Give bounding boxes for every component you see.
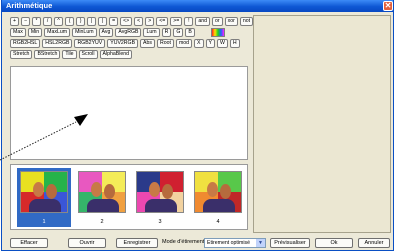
- function-row-3: RGB2HSL HSL2RGB RGB2YUV YUV2RGB Abs Root mod X Y…: [10, 39, 240, 48]
- function-button[interactable]: R: [161, 28, 172, 37]
- function-row-2: Max Min MaxLum MinLum Avg AvgRGB Lum R G B: [10, 28, 225, 37]
- operator-button[interactable]: (: [65, 17, 75, 26]
- thumbnail-item[interactable]: 3: [133, 168, 187, 227]
- thumbnail-image: [136, 171, 184, 213]
- thumbnail-figure: [33, 182, 44, 197]
- thumbnail-label: 3: [158, 219, 162, 225]
- color-picker-button[interactable]: [210, 28, 225, 37]
- operator-button[interactable]: ^: [54, 17, 64, 26]
- blend-mode-button[interactable]: Scroll: [78, 50, 98, 59]
- conversion-button[interactable]: HSL2RGB: [42, 39, 73, 48]
- thumbnail-label: 2: [100, 219, 104, 225]
- thumbnail-figure: [149, 182, 160, 197]
- function-button[interactable]: MaxLum: [44, 28, 71, 37]
- function-button[interactable]: Lum: [143, 28, 160, 37]
- previsualiser-button[interactable]: Prévisualiser: [270, 238, 310, 248]
- conversion-button[interactable]: H: [229, 39, 240, 48]
- ok-button[interactable]: Ok: [315, 238, 353, 248]
- enregistrer-button[interactable]: Enregistrer: [116, 238, 158, 248]
- operator-button[interactable]: <>: [120, 17, 133, 26]
- operator-button[interactable]: <: [134, 17, 144, 26]
- operator-button[interactable]: ): [76, 17, 86, 26]
- operator-button[interactable]: >=: [170, 17, 183, 26]
- thumbnail-figure: [104, 184, 115, 199]
- conversion-button[interactable]: YUV2RGB: [107, 39, 139, 48]
- blend-row-4: Stretch BStretch Tile Scroll AlphaBlend: [10, 50, 133, 59]
- thumbnail-figure: [207, 182, 218, 197]
- chevron-down-icon[interactable]: ▼: [256, 239, 265, 247]
- thumbnail-figure: [203, 199, 235, 212]
- thumbnail-figure: [145, 199, 177, 212]
- thumbnail-label: 1: [42, 219, 46, 225]
- thumbnail-figure: [46, 184, 57, 199]
- thumbnail-item[interactable]: 2: [75, 168, 129, 227]
- thumbnail-image: [194, 171, 242, 213]
- thumbnail-strip: 1 2 3 4: [10, 164, 248, 230]
- thumbnail-image: [78, 171, 126, 213]
- conversion-button[interactable]: mod: [175, 39, 193, 48]
- operator-button[interactable]: |: [98, 17, 108, 26]
- operator-button[interactable]: xor: [224, 17, 238, 26]
- blend-mode-button[interactable]: Stretch: [10, 50, 33, 59]
- blend-mode-button[interactable]: BStretch: [34, 50, 61, 59]
- operator-button[interactable]: =: [109, 17, 119, 26]
- thumbnail-item[interactable]: 4: [191, 168, 245, 227]
- thumbnail-figure: [87, 199, 119, 212]
- function-button[interactable]: B: [185, 28, 195, 37]
- operator-row-1: + − * / ^() | | = <> < > <= >=! and or xor not: [10, 17, 254, 26]
- thumbnail-label: 4: [216, 219, 220, 225]
- window-title: Arithmétique: [6, 1, 53, 10]
- operator-button[interactable]: not: [239, 17, 254, 26]
- function-button[interactable]: AvgRGB: [115, 28, 142, 37]
- operator-button[interactable]: /: [43, 17, 53, 26]
- conversion-button[interactable]: X: [194, 39, 204, 48]
- effacer-button[interactable]: Effacer: [10, 238, 48, 248]
- conversion-button[interactable]: RGB2YUV: [74, 39, 106, 48]
- annuler-button[interactable]: Annuler: [358, 238, 390, 248]
- footer-bar: Effacer Ouvrir Enregistrer Mode d'étirem…: [10, 238, 393, 249]
- operator-button[interactable]: !: [184, 17, 194, 26]
- function-button[interactable]: Max: [10, 28, 26, 37]
- thumbnail-image: [20, 171, 68, 213]
- ouvrir-button[interactable]: Ouvrir: [68, 238, 106, 248]
- operator-button[interactable]: or: [212, 17, 223, 26]
- thumbnail-figure: [162, 184, 173, 199]
- mode-label: Mode d'étirement: [162, 239, 205, 245]
- thumbnail-item[interactable]: 1: [17, 168, 71, 227]
- operator-button[interactable]: <=: [156, 17, 169, 26]
- function-button[interactable]: Min: [27, 28, 43, 37]
- operator-button[interactable]: −: [21, 17, 31, 26]
- blend-mode-button[interactable]: Tile: [62, 50, 77, 59]
- operator-button[interactable]: *: [32, 17, 42, 26]
- conversion-button[interactable]: Y: [205, 39, 215, 48]
- operator-button[interactable]: +: [10, 17, 20, 26]
- arithmetique-dialog: Arithmétique ✕ + − * / ^() | | = <> < > <= >=! and or x…: [1, 0, 394, 251]
- operator-button[interactable]: |: [87, 17, 97, 26]
- close-button[interactable]: ✕: [383, 1, 393, 11]
- operator-button[interactable]: and: [195, 17, 210, 26]
- thumbnail-figure: [220, 184, 231, 199]
- mode-select[interactable]: Etirement optimisé ▼: [204, 238, 266, 248]
- function-button[interactable]: G: [173, 28, 184, 37]
- function-button[interactable]: Avg: [98, 28, 114, 37]
- conversion-button[interactable]: W: [216, 39, 228, 48]
- conversion-button[interactable]: Abs: [140, 39, 155, 48]
- operator-button[interactable]: >: [145, 17, 155, 26]
- thumbnail-figure: [29, 199, 61, 212]
- conversion-button[interactable]: RGB2HSL: [10, 39, 41, 48]
- conversion-button[interactable]: Root: [156, 39, 174, 48]
- formula-preview-area[interactable]: [10, 66, 248, 160]
- result-panel: [253, 15, 391, 233]
- thumbnail-figure: [91, 182, 102, 197]
- title-bar[interactable]: Arithmétique ✕: [2, 0, 393, 12]
- blend-mode-button[interactable]: AlphaBlend: [99, 50, 133, 59]
- function-button[interactable]: MinLum: [72, 28, 97, 37]
- mode-select-value: Etirement optimisé: [207, 240, 250, 246]
